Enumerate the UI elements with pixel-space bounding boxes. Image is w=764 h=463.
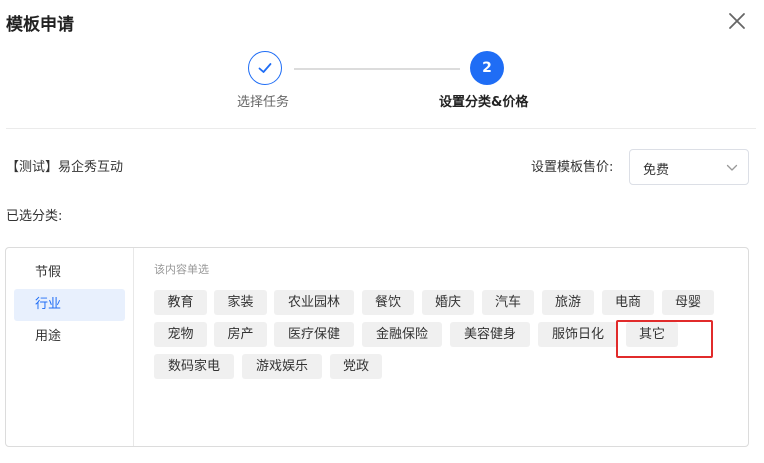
tag-digital-appliances[interactable]: 数码家电 — [154, 354, 234, 379]
chevron-down-icon — [726, 164, 738, 171]
sidebar-item-industry[interactable]: 行业 — [14, 289, 125, 321]
tag-finance-insurance[interactable]: 金融保险 — [362, 322, 442, 347]
tag-healthcare[interactable]: 医疗保健 — [274, 322, 354, 347]
tag-wedding[interactable]: 婚庆 — [422, 290, 474, 315]
step-2-label: 设置分类&价格 — [439, 95, 529, 110]
selected-categories-label: 已选分类: — [6, 209, 63, 224]
category-panel: 节假 行业 用途 该内容单选 — [5, 247, 749, 447]
tag-other[interactable]: 其它 — [626, 322, 678, 347]
step-2-circle: 2 — [470, 51, 504, 85]
tag-education[interactable]: 教育 — [154, 290, 207, 315]
tag-beauty-fitness[interactable]: 美容健身 — [450, 322, 530, 347]
tag-party-government[interactable]: 党政 — [330, 354, 382, 379]
tag-pets[interactable]: 宠物 — [154, 322, 207, 347]
template-name: 【测试】易企秀互动 — [6, 160, 124, 175]
step-1-label: 选择任务 — [237, 95, 290, 110]
sidebar-item-purpose[interactable]: 用途 — [14, 321, 125, 353]
single-select-hint: 该内容单选 — [154, 263, 209, 276]
price-label: 设置模板售价: — [531, 160, 614, 175]
tag-catering[interactable]: 餐饮 — [362, 290, 414, 315]
dialog-title: 模板申请 — [6, 15, 74, 35]
tag-ecommerce[interactable]: 电商 — [602, 290, 654, 315]
steps-indicator: 2 选择任务 设置分类&价格 — [0, 50, 764, 120]
check-icon — [258, 63, 272, 73]
category-sidebar: 节假 行业 用途 — [6, 248, 134, 446]
sidebar-item-holiday[interactable]: 节假 — [14, 257, 125, 289]
close-icon — [729, 13, 745, 29]
tag-games-entertainment[interactable]: 游戏娱乐 — [242, 354, 322, 379]
step-connector — [294, 68, 460, 70]
tag-automobile[interactable]: 汽车 — [482, 290, 534, 315]
tag-agriculture[interactable]: 农业园林 — [274, 290, 354, 315]
tag-home-decor[interactable]: 家装 — [214, 290, 267, 315]
price-select[interactable]: 免费 — [629, 149, 749, 185]
divider — [6, 128, 756, 129]
tag-real-estate[interactable]: 房产 — [214, 322, 267, 347]
close-button[interactable] — [724, 8, 750, 34]
step-1-circle — [248, 51, 282, 85]
tag-travel[interactable]: 旅游 — [542, 290, 594, 315]
price-value: 免费 — [643, 163, 670, 178]
tag-apparel-chemicals[interactable]: 服饰日化 — [538, 322, 618, 347]
tag-mother-baby[interactable]: 母婴 — [662, 290, 714, 315]
